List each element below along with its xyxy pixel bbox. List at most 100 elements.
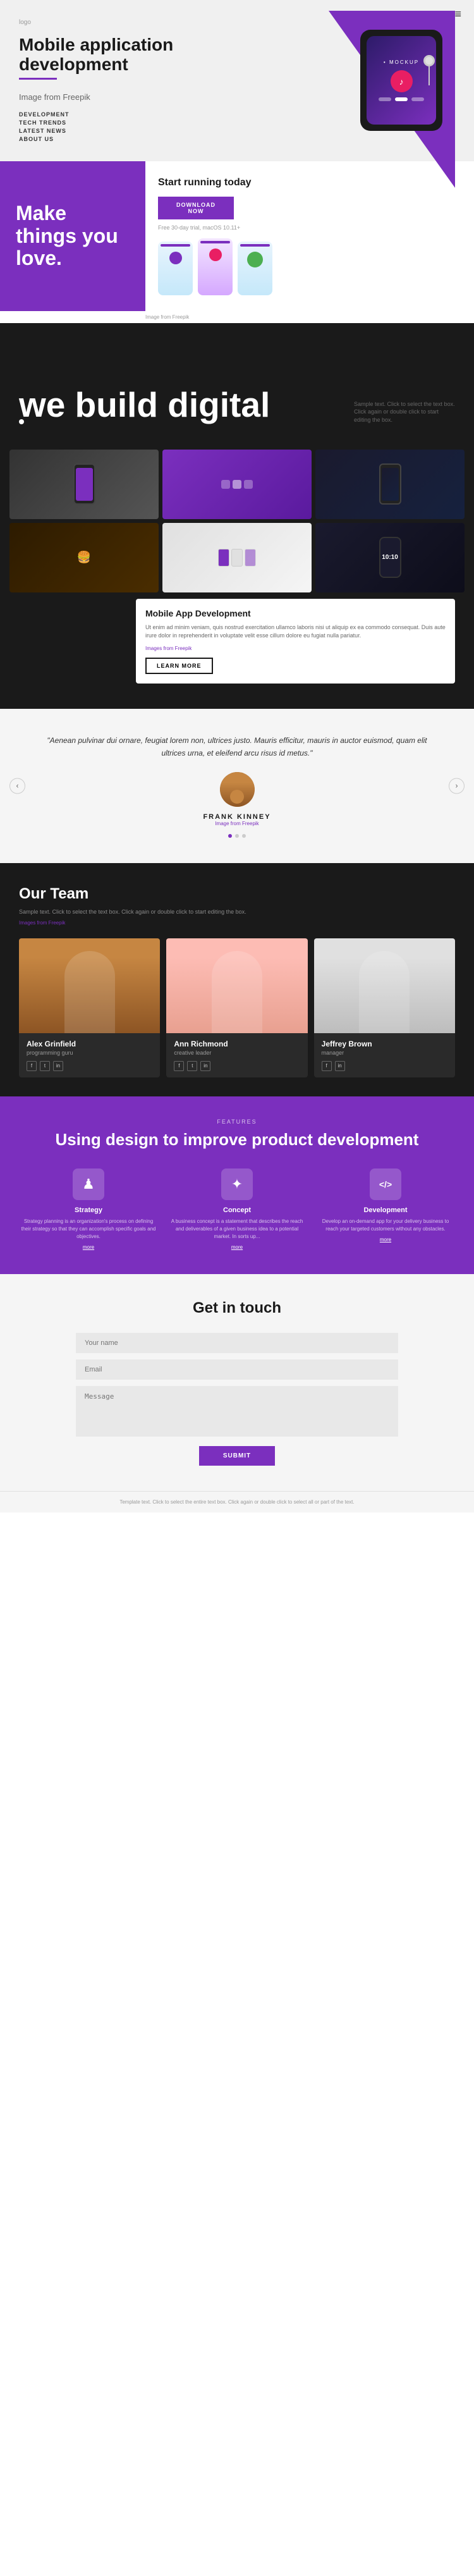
feature-concept: ✦ Concept A business concept is a statem… (167, 1168, 307, 1252)
hero-nav: DEVELOPMENT TECH TRENDS LATEST NEWS ABOU… (19, 111, 237, 142)
arrow-left[interactable]: ‹ (9, 778, 25, 794)
alex-name: Alex Grinfield (27, 1040, 152, 1048)
mac-title: Mobile App Development (145, 608, 446, 618)
contact-name-input[interactable] (76, 1333, 398, 1353)
jeffrey-in[interactable]: in (335, 1061, 345, 1071)
nav-tech-trends[interactable]: TECH TRENDS (19, 120, 237, 126)
learn-more-button[interactable]: LEARN MORE (145, 658, 213, 674)
dot-1[interactable] (228, 834, 232, 838)
mockup-label: • MOCKUP (384, 59, 419, 65)
phone-10-screen: 10:10 (382, 554, 398, 561)
contact-email-input[interactable] (76, 1359, 398, 1380)
app-bar-2 (200, 241, 230, 243)
mac-text: Ut enim ad minim veniam, quis nostrud ex… (145, 623, 446, 641)
portfolio-app-label (221, 480, 253, 489)
ann-in[interactable]: in (200, 1061, 210, 1071)
hero-section: logo Mobile application development Imag… (0, 0, 474, 161)
team-card-img-ann (166, 938, 307, 1033)
earphone-wire (428, 66, 430, 85)
portfolio-item-6: 10:10 (315, 523, 465, 592)
arrow-right[interactable]: › (449, 778, 465, 794)
alex-silhouette (64, 951, 115, 1033)
jeffrey-name: Jeffrey Brown (322, 1040, 447, 1048)
card-1 (218, 549, 229, 567)
card-3 (245, 549, 256, 567)
footer: Template text. Click to select the entir… (0, 1491, 474, 1512)
portfolio-item-2 (162, 450, 312, 519)
alex-fb[interactable]: f (27, 1061, 37, 1071)
phone-shape-2 (379, 463, 401, 505)
nav-latest-news[interactable]: LATEST NEWS (19, 128, 237, 134)
testimonial-quote: "Aenean pulvinar dui ornare, feugiat lor… (38, 734, 436, 760)
strategy-name: Strategy (19, 1206, 158, 1214)
app-screen-3 (238, 242, 272, 295)
dot-2[interactable] (235, 834, 239, 838)
app-circle-2 (209, 248, 222, 261)
jeffrey-role: manager (322, 1050, 447, 1056)
features-section: FEATURES Using design to improve product… (0, 1096, 474, 1274)
team-images-from: Images from Freepik (19, 920, 455, 926)
team-card-img-jeffrey (314, 938, 455, 1033)
team-card-img-alex (19, 938, 160, 1033)
nav-about-us[interactable]: ABOUT US (19, 136, 237, 142)
ann-name: Ann Richmond (174, 1040, 300, 1048)
team-card-jeffrey: Jeffrey Brown manager f in (314, 938, 455, 1077)
team-card-alex: Alex Grinfield programming guru f t in (19, 938, 160, 1077)
strategy-icon: ♟ (82, 1176, 95, 1193)
card-2 (231, 549, 243, 567)
logo: logo (19, 19, 237, 26)
app-bar-3 (240, 244, 270, 247)
app-circle-1 (169, 252, 182, 264)
hamburger-icon[interactable]: ≡ (454, 8, 461, 21)
app-bar-1 (161, 244, 190, 247)
submit-button[interactable]: SUBMIT (199, 1446, 275, 1466)
contact-section: Get in touch SUBMIT (0, 1274, 474, 1491)
earphone-circle (423, 55, 435, 66)
portfolio-item-1 (9, 450, 159, 519)
ann-silhouette (212, 951, 262, 1033)
contact-form: SUBMIT (76, 1333, 398, 1466)
cards-shape (218, 549, 256, 567)
concept-link[interactable]: more (231, 1244, 243, 1250)
jeffrey-social: f in (322, 1061, 447, 1071)
mobile-app-card: Mobile App Development Ut enim ad minim … (136, 599, 455, 684)
ann-fb[interactable]: f (174, 1061, 184, 1071)
ann-tw[interactable]: t (187, 1061, 197, 1071)
concept-name: Concept (167, 1206, 307, 1214)
strategy-link[interactable]: more (83, 1244, 94, 1250)
development-name: Development (316, 1206, 455, 1214)
contact-message-input[interactable] (76, 1386, 398, 1437)
download-now-button[interactable]: DOWNLOAD NOW (158, 197, 234, 219)
ann-role: creative leader (174, 1050, 300, 1056)
phone-shape-1 (73, 463, 95, 505)
dot-3[interactable] (242, 834, 246, 838)
control-btn-1 (379, 97, 391, 101)
nav-development[interactable]: DEVELOPMENT (19, 111, 237, 118)
portfolio-grid: 🍔 10:10 (9, 450, 465, 592)
concept-icon-wrap: ✦ (221, 1168, 253, 1200)
testimonial-image-from: Image from Freepik (38, 821, 436, 826)
alex-in[interactable]: in (53, 1061, 63, 1071)
development-link[interactable]: more (380, 1237, 391, 1242)
features-label: FEATURES (19, 1119, 455, 1125)
contact-title: Get in touch (76, 1299, 398, 1317)
team-title: Our Team (19, 885, 455, 903)
hero-subtitle: Image from Freepik (19, 92, 237, 102)
avatar-person (220, 772, 255, 807)
phone-screen-1 (76, 468, 93, 501)
team-card-ann: Ann Richmond creative leader f t in (166, 938, 307, 1077)
build-dot (19, 419, 24, 424)
jeffrey-fb[interactable]: f (322, 1061, 332, 1071)
alex-tw[interactable]: t (40, 1061, 50, 1071)
avatar-head (230, 790, 244, 804)
ann-social: f t in (174, 1061, 300, 1071)
strategy-icon-wrap: ♟ (73, 1168, 104, 1200)
development-icon-wrap: </> (370, 1168, 401, 1200)
testimonial-name: FRANK KINNEY (38, 813, 436, 821)
hero-left: logo Mobile application development Imag… (19, 19, 237, 142)
portfolio-item-5 (162, 523, 312, 592)
build-sample-text: Sample text. Click to select the text bo… (354, 400, 455, 424)
burger-logo: 🍔 (77, 551, 91, 564)
concept-icon: ✦ (231, 1176, 243, 1193)
mac-images-from: Images from Freepik (145, 646, 446, 651)
